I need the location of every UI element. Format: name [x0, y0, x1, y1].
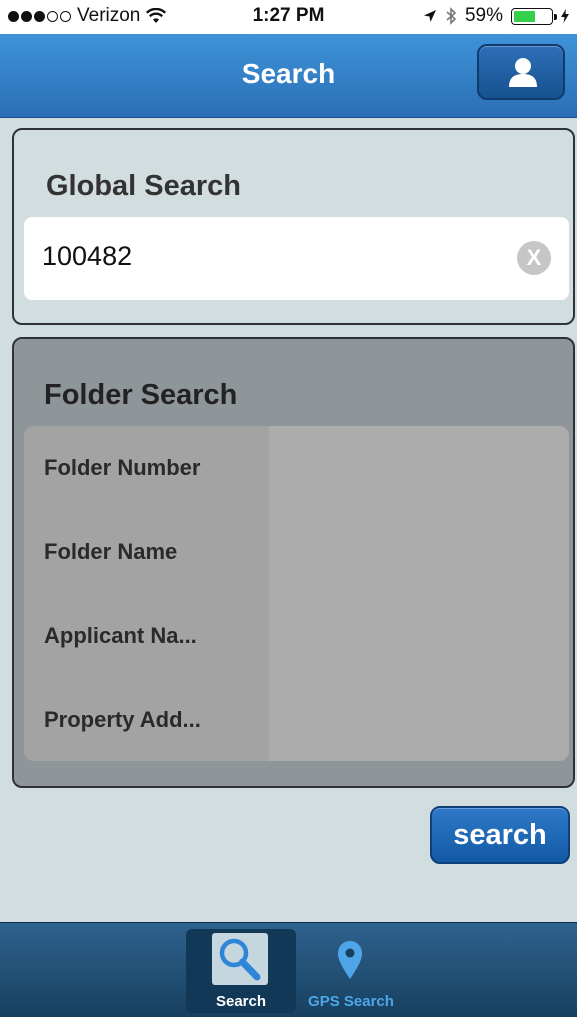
folder-search-title: Folder Search	[44, 379, 238, 411]
folder-name-label: Folder Name	[44, 539, 178, 564]
global-search-title: Global Search	[46, 170, 242, 202]
nav-bar: Search	[0, 34, 577, 118]
battery-icon	[511, 7, 557, 25]
tab-bar: Search GPS Search	[0, 922, 577, 1017]
profile-button[interactable]	[477, 44, 565, 100]
clear-icon[interactable]: X	[517, 241, 551, 275]
tab-search-label: Search	[215, 993, 267, 1010]
folder-name-row[interactable]: Folder Name	[24, 510, 569, 594]
location-arrow-icon	[423, 10, 436, 22]
map-pin-icon	[338, 941, 362, 979]
folder-search-list: Folder Number Folder Name Applicant Na..…	[24, 426, 569, 761]
global-search-input[interactable]	[42, 241, 502, 272]
applicant-name-field[interactable]	[269, 594, 569, 678]
status-right-group: 59%	[423, 5, 569, 27]
applicant-name-row[interactable]: Applicant Na...	[24, 594, 569, 678]
bolt-icon	[561, 9, 569, 23]
tab-gps-search-label: GPS Search	[308, 993, 394, 1010]
property-address-row[interactable]: Property Add...	[24, 678, 569, 761]
folder-number-field[interactable]	[269, 426, 569, 510]
folder-search-panel: Folder Search Folder Number Folder Name …	[12, 337, 575, 788]
folder-name-field[interactable]	[269, 510, 569, 594]
search-button[interactable]: search	[430, 806, 570, 864]
battery-percent: 59%	[464, 5, 503, 26]
global-search-field[interactable]: X	[24, 217, 569, 300]
user-icon	[509, 58, 537, 87]
folder-number-row[interactable]: Folder Number	[24, 426, 569, 510]
global-search-panel: Global Search X	[12, 128, 575, 325]
folder-number-label: Folder Number	[44, 455, 201, 480]
magnifier-icon	[219, 938, 261, 981]
property-address-label: Property Add...	[44, 707, 201, 732]
property-address-field[interactable]	[269, 678, 569, 761]
tab-search[interactable]: Search	[186, 929, 296, 1013]
applicant-name-label: Applicant Na...	[44, 623, 197, 648]
bluetooth-icon	[446, 7, 457, 25]
main-content: Global Search X Folder Search Folder Num…	[0, 118, 577, 922]
status-bar: Verizon 1:27 PM 59%	[0, 0, 577, 34]
tab-gps-search[interactable]: GPS Search	[296, 929, 406, 1013]
